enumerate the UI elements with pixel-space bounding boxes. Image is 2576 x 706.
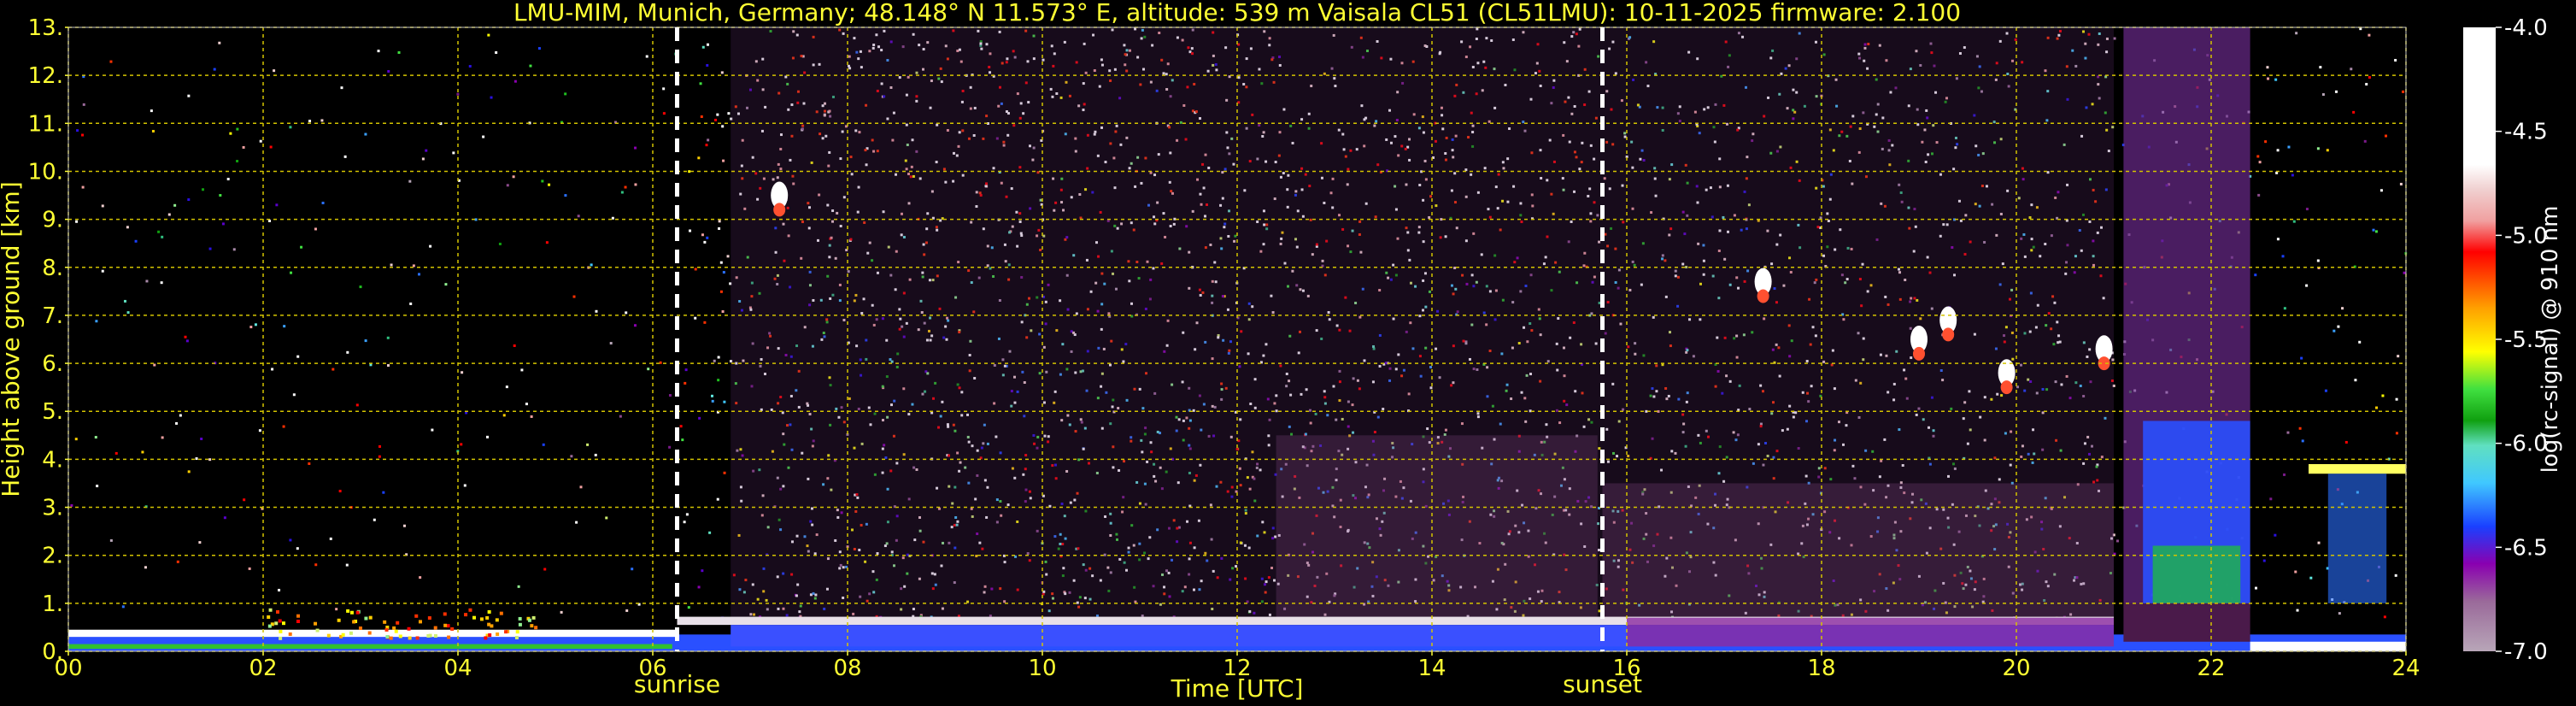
- y-tick-label: 8.: [42, 256, 63, 281]
- colorbar-tick-label: -7.0: [2504, 639, 2548, 665]
- y-tick-label: 4.: [42, 447, 63, 473]
- x-tick-labels: 00 02 04 06 08 10 12 14 16 18 20 22 24: [54, 651, 2421, 681]
- y-tick-label: 12.: [28, 63, 63, 89]
- y-tick-label: 11.: [28, 111, 63, 137]
- y-tick-label: 9.: [42, 208, 63, 233]
- x-tick-label: 10: [1028, 656, 1056, 681]
- y-tick-label: 2.: [42, 544, 63, 569]
- x-tick-label: 08: [833, 656, 861, 681]
- y-tick-label: 10.: [28, 159, 63, 185]
- y-tick-label: 7.: [42, 303, 63, 329]
- sunset-label: sunset: [1563, 670, 1642, 698]
- low-cloud-layer: [2309, 464, 2406, 474]
- y-tick-label: 6.: [42, 351, 63, 377]
- x-tick-label: 20: [2002, 656, 2030, 681]
- chart-title: LMU-MIM, Munich, Germany; 48.148° N 11.5…: [513, 0, 1961, 26]
- x-tick-label: 12: [1223, 656, 1251, 681]
- x-tick-label: 14: [1417, 656, 1446, 681]
- colorbar: [2463, 27, 2496, 651]
- x-tick-label: 04: [443, 656, 472, 681]
- x-tick-label: 02: [249, 656, 277, 681]
- sunrise-label: sunrise: [634, 670, 720, 698]
- x-tick-label: 24: [2391, 656, 2420, 681]
- y-axis-label: Height above ground [km]: [0, 181, 25, 497]
- x-tick-label: 22: [2197, 656, 2225, 681]
- colorbar-label: log(rc-signal) @ 910 nm: [2538, 206, 2563, 474]
- x-tick-label: 18: [1807, 656, 1835, 681]
- x-tick-label: 00: [54, 656, 82, 681]
- event-labels: sunrise sunset: [634, 670, 1642, 698]
- y-tick-label: 1.: [42, 591, 63, 617]
- ceilometer-chart: LMU-MIM, Munich, Germany; 48.148° N 11.5…: [0, 0, 2563, 703]
- y-tick-label: 5.: [42, 399, 63, 425]
- y-tick-label: 13.: [28, 15, 63, 41]
- y-tick-label: 3.: [42, 496, 63, 521]
- colorbar-tick-label: -4.0: [2504, 15, 2548, 41]
- y-tick-labels: 0.1.2.3.4.5.6.7.8.9.10.11.12.13.: [28, 15, 68, 665]
- colorbar-tick-label: -6.5: [2504, 535, 2548, 561]
- colorbar-tick-label: -4.5: [2504, 120, 2548, 145]
